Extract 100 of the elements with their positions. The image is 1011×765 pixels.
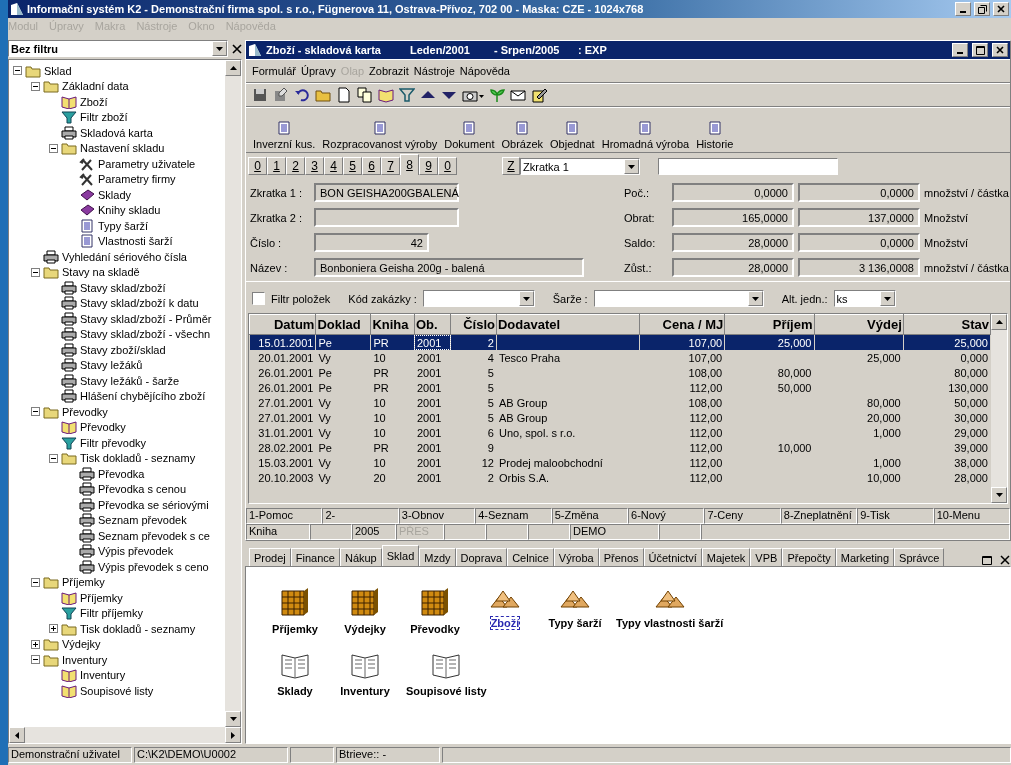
table-row[interactable]: 15.03.2001 Vy 10 2001 12 Prodej maloobchodní 112,00 1,000 38,000: [249, 455, 991, 470]
function-key[interactable]: 5-Změna: [551, 508, 629, 524]
menu-item[interactable]: Zobrazit: [369, 65, 409, 77]
tree-item[interactable]: Příjemky: [80, 591, 123, 604]
module-shortcut[interactable]: Inventury: [330, 651, 400, 697]
dropdown-field[interactable]: ks: [833, 290, 896, 307]
minimize-button[interactable]: [955, 2, 971, 16]
page-tab[interactable]: 5: [343, 157, 362, 175]
input-field[interactable]: [314, 208, 459, 227]
checkbox[interactable]: [252, 292, 265, 305]
dropdown-field[interactable]: [422, 290, 535, 307]
module-shortcut[interactable]: Převodky: [400, 585, 470, 635]
table-row[interactable]: 26.01.2001 Pe PR 2001 5 108,00 80,000 80,000: [249, 365, 991, 380]
page-tab[interactable]: 4: [324, 157, 343, 175]
module-tab[interactable]: Prodej: [249, 548, 291, 566]
minus-box-icon[interactable]: [49, 143, 58, 153]
minus-box-icon[interactable]: [31, 407, 40, 417]
plus-box-icon[interactable]: [49, 624, 58, 634]
tree-item[interactable]: Sklady: [98, 188, 132, 201]
function-key[interactable]: 7-Ceny: [704, 508, 781, 524]
page-tab[interactable]: 0: [248, 157, 267, 175]
tree-item[interactable]: Inventury: [62, 653, 108, 666]
function-key[interactable]: 4-Seznam: [475, 508, 552, 524]
tree-item[interactable]: Soupisové listy: [80, 684, 154, 697]
tree-item[interactable]: Stavy zboží/sklad: [80, 343, 166, 356]
input-field[interactable]: BON GEISHA200GBALENÁ: [314, 183, 459, 202]
tree-item[interactable]: Filtr zboží: [80, 111, 128, 124]
tree-item[interactable]: Stavy ležáků - šarže: [80, 374, 180, 387]
tree-item[interactable]: Seznam převodek: [98, 514, 187, 527]
module-tab[interactable]: Správce: [894, 548, 945, 566]
column-header[interactable]: Výdej: [814, 314, 904, 335]
tree-item[interactable]: Knihy skladu: [98, 204, 161, 217]
plus-box-icon[interactable]: [31, 639, 40, 649]
tree-item[interactable]: Výdejky: [62, 638, 101, 651]
tree-item[interactable]: Stavy sklad/zboží: [80, 281, 166, 294]
search-field[interactable]: [658, 158, 838, 175]
module-shortcut[interactable]: Příjemky: [260, 585, 330, 635]
page-tab[interactable]: 8: [400, 154, 419, 175]
column-header[interactable]: Ob.: [414, 314, 451, 335]
function-key[interactable]: 3-Obnov: [398, 508, 476, 524]
column-header[interactable]: Stav: [903, 314, 991, 335]
minus-box-icon[interactable]: [31, 81, 40, 91]
tree-item[interactable]: Tisk dokladů - seznamy: [80, 452, 196, 465]
module-tab[interactable]: Účetnictví: [643, 548, 702, 566]
module-tab[interactable]: VPB: [750, 548, 783, 566]
tree-item[interactable]: Výpis převodek: [98, 545, 174, 558]
tree-item[interactable]: Parametry firmy: [98, 173, 176, 186]
function-key[interactable]: 2-: [322, 508, 399, 524]
dropdown-field[interactable]: [593, 290, 764, 307]
function-key[interactable]: 1-Pomoc: [246, 508, 323, 524]
function-key[interactable]: 6-Nový: [628, 508, 705, 524]
module-tab[interactable]: Mzdy: [419, 548, 456, 566]
table-row[interactable]: 28.02.2001 Pe PR 2001 9 112,00 10,000 39,000: [249, 440, 991, 455]
menu-item[interactable]: Formulář: [252, 65, 296, 77]
close-button[interactable]: [993, 2, 1009, 16]
minus-box-icon[interactable]: [31, 655, 40, 665]
column-header[interactable]: Doklad: [315, 314, 371, 335]
function-key[interactable]: 10-Menu: [933, 508, 1011, 524]
column-header[interactable]: Dodavatel: [496, 314, 640, 335]
column-header[interactable]: Příjem: [724, 314, 814, 335]
module-shortcut[interactable]: Výdejky: [330, 585, 400, 635]
minimize-button[interactable]: [952, 43, 968, 57]
module-tab[interactable]: Celnice: [507, 548, 554, 566]
module-shortcut[interactable]: Sklady: [260, 651, 330, 697]
module-shortcut[interactable]: Zboží: [470, 585, 540, 635]
module-tab[interactable]: Finance: [290, 548, 340, 566]
tree-item[interactable]: Výpis převodek s ceno: [98, 560, 209, 573]
input-field[interactable]: 42: [314, 233, 429, 252]
module-shortcut[interactable]: Typy šarží: [540, 585, 610, 635]
toolbar-button[interactable]: Inverzní kus.: [252, 121, 317, 150]
page-tab[interactable]: 9: [419, 157, 438, 175]
toolbar-button[interactable]: Dokument: [443, 121, 496, 150]
table-row[interactable]: 27.01.2001 Vy 10 2001 5 AB Group 108,00 80,000 50,000: [249, 395, 991, 410]
toolbar-button[interactable]: Obrázek: [500, 121, 545, 150]
tree-item[interactable]: Převodka: [98, 467, 145, 480]
column-header[interactable]: Kniha: [370, 314, 415, 335]
table-row[interactable]: 27.01.2001 Vy 10 2001 5 AB Group 112,00 20,000 30,000: [249, 410, 991, 425]
filter-dropdown[interactable]: Bez filtru: [8, 40, 228, 57]
sort-dropdown[interactable]: Zkratka 1: [520, 158, 640, 175]
tree-item[interactable]: Příjemky: [62, 576, 105, 589]
module-tab[interactable]: Přepočty: [782, 548, 836, 566]
sort-button[interactable]: Z: [502, 157, 520, 175]
module-tab[interactable]: Doprava: [455, 548, 508, 566]
column-header[interactable]: Číslo: [450, 314, 497, 335]
tree-item[interactable]: Vyhledání sériového čísla: [62, 250, 187, 263]
module-tab[interactable]: Marketing: [835, 548, 895, 566]
page-tab[interactable]: 7: [381, 157, 400, 175]
page-tab[interactable]: 2: [286, 157, 305, 175]
tree-item[interactable]: Převodky: [80, 421, 126, 434]
toolbar-button[interactable]: Historie: [695, 121, 735, 150]
tree-item[interactable]: Nastavení skladu: [80, 142, 165, 155]
module-tab[interactable]: Majetek: [701, 548, 751, 566]
column-header[interactable]: Cena / MJ: [639, 314, 725, 335]
restore-button[interactable]: [974, 2, 990, 16]
horizontal-scrollbar[interactable]: [9, 727, 241, 743]
minus-box-icon[interactable]: [31, 577, 40, 587]
tree-item[interactable]: Stavy na skladě: [62, 266, 140, 279]
column-header[interactable]: Datum: [249, 314, 316, 335]
page-tab[interactable]: 0: [438, 157, 457, 175]
tree-item[interactable]: Převodka se sériovými: [98, 498, 209, 511]
